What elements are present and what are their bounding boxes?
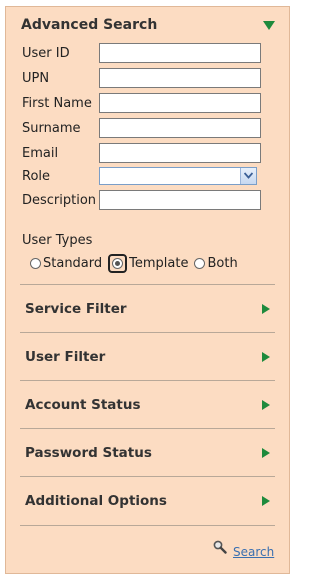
service-filter-label: Service Filter xyxy=(25,301,127,317)
user-id-label: User ID xyxy=(22,46,70,61)
surname-label: Surname xyxy=(22,121,81,136)
template-radio-label[interactable]: Template xyxy=(129,256,188,271)
surname-input[interactable] xyxy=(99,118,261,138)
description-label: Description xyxy=(22,193,97,208)
user-types-radio-group: Standard Template Both xyxy=(30,253,244,273)
template-radio[interactable] xyxy=(112,257,124,269)
email-input[interactable] xyxy=(99,143,261,163)
expand-arrow-icon xyxy=(262,448,270,458)
divider xyxy=(20,284,275,285)
upn-label: UPN xyxy=(22,71,50,86)
divider xyxy=(20,525,275,526)
divider xyxy=(20,380,275,381)
account-status-section[interactable]: Account Status xyxy=(20,382,275,428)
user-types-label: User Types xyxy=(22,233,93,248)
role-select[interactable] xyxy=(99,167,257,185)
search-link[interactable]: Search xyxy=(233,545,274,559)
account-status-label: Account Status xyxy=(25,397,141,413)
divider xyxy=(20,332,275,333)
user-filter-label: User Filter xyxy=(25,349,106,365)
both-radio[interactable] xyxy=(194,257,206,269)
divider xyxy=(20,476,275,477)
password-status-label: Password Status xyxy=(25,445,152,461)
additional-options-label: Additional Options xyxy=(25,493,167,509)
expand-arrow-icon xyxy=(262,352,270,362)
expand-arrow-icon xyxy=(262,400,270,410)
panel-title: Advanced Search xyxy=(21,17,158,33)
additional-options-section[interactable]: Additional Options xyxy=(20,478,275,524)
template-radio-focus xyxy=(108,253,128,273)
description-input[interactable] xyxy=(99,190,261,210)
expand-arrow-icon xyxy=(262,304,270,314)
user-filter-section[interactable]: User Filter xyxy=(20,334,275,380)
first-name-input[interactable] xyxy=(99,93,261,113)
email-label: Email xyxy=(22,146,59,161)
password-status-section[interactable]: Password Status xyxy=(20,430,275,476)
collapse-toggle-icon[interactable] xyxy=(263,21,275,30)
expand-arrow-icon xyxy=(262,496,270,506)
standard-radio[interactable] xyxy=(30,257,41,269)
first-name-label: First Name xyxy=(22,96,92,111)
service-filter-section[interactable]: Service Filter xyxy=(20,286,275,332)
user-id-input[interactable] xyxy=(99,43,261,63)
role-label: Role xyxy=(22,169,51,184)
dropdown-chevron-icon[interactable] xyxy=(240,168,256,184)
standard-radio-label[interactable]: Standard xyxy=(43,256,102,271)
both-radio-label[interactable]: Both xyxy=(207,256,237,271)
upn-input[interactable] xyxy=(99,68,261,88)
magnifier-icon[interactable] xyxy=(213,540,227,554)
advanced-search-panel: Advanced Search User ID UPN First Name S… xyxy=(5,6,290,574)
divider xyxy=(20,428,275,429)
